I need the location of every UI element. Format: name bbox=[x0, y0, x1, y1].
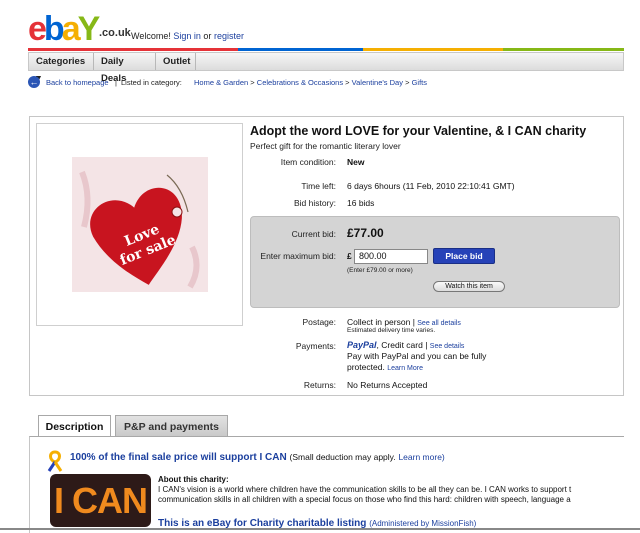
returns-label: Returns: bbox=[303, 380, 336, 390]
charity-percent-text: 100% of the final sale price will suppor… bbox=[70, 452, 257, 463]
crumb-gifts[interactable]: Gifts bbox=[412, 78, 427, 87]
logo-letter-b: b bbox=[43, 10, 65, 48]
tab-pp-payments[interactable]: P&P and payments bbox=[115, 415, 228, 437]
place-bid-button[interactable]: Place bid bbox=[433, 248, 495, 264]
about-charity-line-2: communication skills in all children wit… bbox=[158, 495, 571, 504]
back-arrow-icon[interactable]: ← bbox=[28, 76, 40, 88]
crumb-separator-icon: > bbox=[345, 78, 350, 87]
time-left-value: 6 days 6hours (11 Feb, 2010 22:10:41 GMT… bbox=[347, 181, 515, 191]
charity-support-line: 100% of the final sale price will suppor… bbox=[70, 452, 445, 463]
logo-letter-y: Y bbox=[77, 10, 101, 48]
breadcrumb-path: Home & Garden > Celebrations & Occasions… bbox=[194, 78, 427, 87]
bid-history-label: Bid history: bbox=[293, 198, 336, 208]
sign-in-link[interactable]: Sign in bbox=[173, 31, 201, 41]
logo-letter-a: a bbox=[61, 10, 81, 48]
postage-see-all-link[interactable]: See all details bbox=[417, 320, 461, 327]
about-charity-body: I CAN's vision is a world where children… bbox=[158, 485, 624, 505]
watch-item-button[interactable]: Watch this item bbox=[433, 281, 505, 292]
welcome-text: Welcome! Sign in or register bbox=[131, 31, 244, 41]
time-left-label: Time left: bbox=[301, 181, 336, 191]
about-charity-line-1: I CAN's vision is a world where children… bbox=[158, 485, 572, 494]
postage-value: Collect in person bbox=[347, 317, 411, 327]
paypal-protection-line2: protected. Learn More bbox=[347, 362, 423, 372]
charity-ribbon-icon bbox=[47, 450, 63, 472]
or-text: or bbox=[203, 31, 212, 41]
crumb-separator-icon: > bbox=[405, 78, 410, 87]
payments-row: PayPal, Credit card | See details bbox=[347, 340, 464, 350]
bid-history-link[interactable]: 16 bids bbox=[347, 198, 374, 208]
item-title: Adopt the word LOVE for your Valentine, … bbox=[250, 124, 587, 138]
max-bid-label: Enter maximum bid: bbox=[260, 251, 336, 261]
payments-credit: , Credit card bbox=[376, 340, 423, 350]
current-bid-value: £77.00 bbox=[347, 226, 384, 240]
postage-estimate: Estimated delivery time varies. bbox=[347, 327, 436, 334]
crumb-separator-icon: > bbox=[250, 78, 255, 87]
item-subtitle: Perfect gift for the romantic literary l… bbox=[250, 141, 401, 151]
crumb-valentines-day[interactable]: Valentine's Day bbox=[352, 78, 403, 87]
register-link[interactable]: register bbox=[214, 31, 244, 41]
postage-value-row: Collect in person | See all details bbox=[347, 317, 461, 327]
currency-symbol: £ bbox=[347, 251, 352, 261]
charity-learn-more-link[interactable]: Learn more) bbox=[398, 452, 444, 462]
page-bottom-divider bbox=[0, 528, 640, 530]
payments-label: Payments: bbox=[295, 341, 336, 351]
condition-label: Item condition: bbox=[280, 157, 336, 167]
bid-hint: (Enter £79.00 or more) bbox=[347, 267, 413, 274]
charity-org-link[interactable]: I CAN bbox=[260, 452, 287, 463]
back-to-homepage-link[interactable]: Back to homepage bbox=[46, 78, 109, 87]
listed-in-label: Listed in category: bbox=[121, 78, 182, 87]
charity-deduction-note: (Small deduction may apply. bbox=[289, 452, 396, 462]
logo-letter-e: e bbox=[28, 10, 47, 48]
nav-daily-deals[interactable]: Daily Deals bbox=[94, 53, 156, 84]
condition-value: New bbox=[347, 157, 365, 167]
nav-categories[interactable]: Categories ▾ bbox=[29, 53, 94, 84]
paypal-logo-icon: PayPal bbox=[347, 340, 377, 350]
breadcrumb: ← Back to homepage | Listed in category:… bbox=[28, 76, 624, 92]
ican-logo[interactable]: I CAN bbox=[50, 474, 151, 527]
logo-domain: .co.uk bbox=[99, 27, 131, 39]
paypal-protection-line: Pay with PayPal and you can be fully bbox=[347, 351, 487, 361]
paypal-learn-more-link[interactable]: Learn More bbox=[387, 365, 423, 372]
paypal-protected-text: protected. bbox=[347, 362, 385, 372]
tab-description[interactable]: Description bbox=[38, 415, 111, 437]
returns-value: No Returns Accepted bbox=[347, 380, 428, 390]
nav-bar: Categories ▾ Daily Deals Outlet bbox=[28, 52, 624, 84]
current-bid-label: Current bid: bbox=[291, 229, 336, 239]
header-color-bar bbox=[28, 48, 624, 51]
crumb-home-garden[interactable]: Home & Garden bbox=[194, 78, 248, 87]
item-image[interactable]: Love for sale bbox=[72, 157, 208, 292]
about-charity-title: About this charity: bbox=[158, 475, 229, 484]
postage-label: Postage: bbox=[302, 317, 336, 327]
crumb-celebrations[interactable]: Celebrations & Occasions bbox=[257, 78, 343, 87]
payments-see-details-link[interactable]: See details bbox=[430, 343, 465, 350]
nav-outlet[interactable]: Outlet bbox=[156, 53, 196, 70]
love-heart-tag-icon bbox=[79, 170, 200, 289]
welcome-label: Welcome! bbox=[131, 31, 171, 41]
listing-administered: (Administered by MissionFish) bbox=[369, 519, 477, 528]
max-bid-input[interactable]: 800.00 bbox=[354, 249, 428, 264]
breadcrumb-separator: | bbox=[115, 78, 117, 87]
